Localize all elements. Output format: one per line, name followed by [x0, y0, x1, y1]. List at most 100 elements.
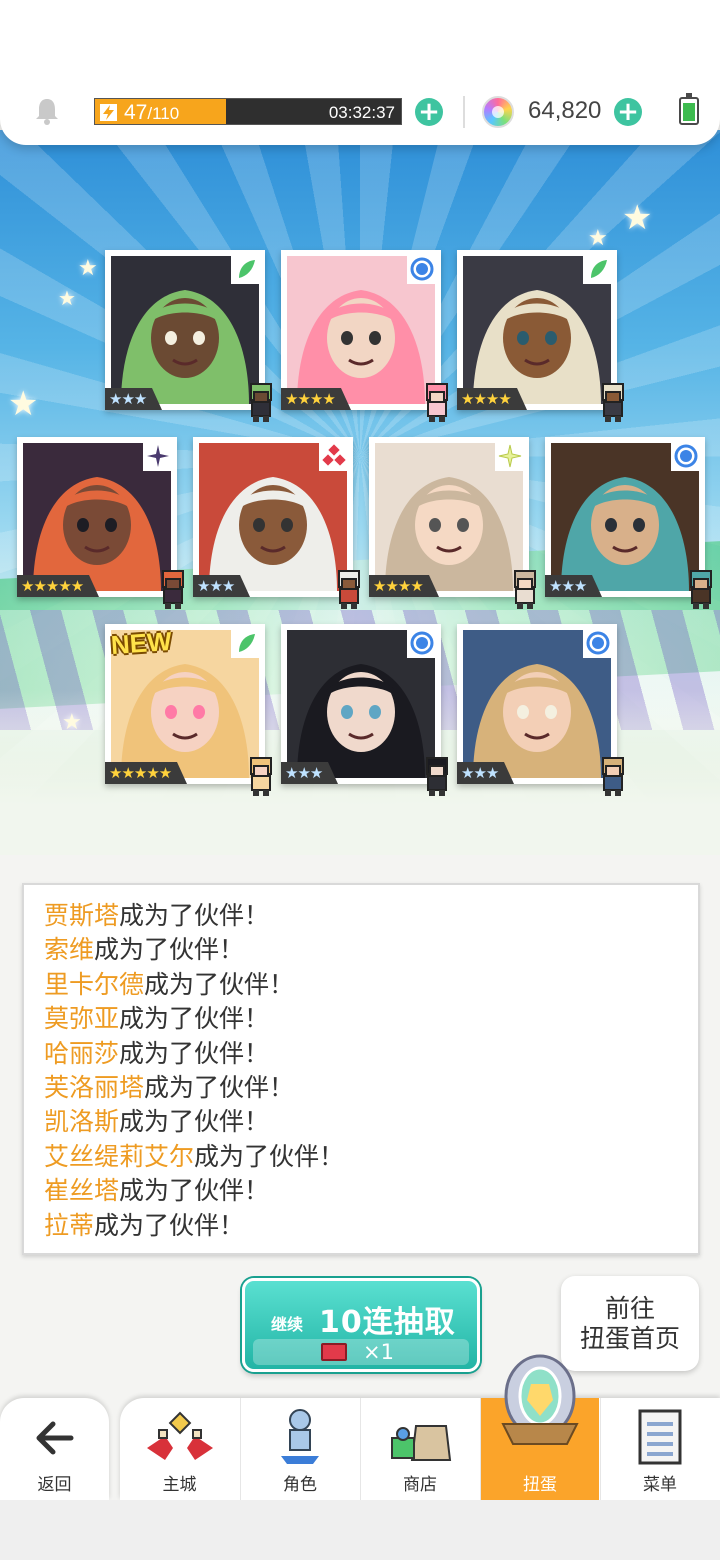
character-name: 凯洛斯 — [44, 1107, 120, 1137]
character-card[interactable]: ★★★ — [281, 624, 448, 796]
light-element-icon — [495, 441, 525, 471]
new-badge: NEW — [109, 625, 173, 661]
chibi-sprite-icon — [338, 570, 360, 609]
character-card[interactable]: ★★★★★ NEW — [105, 624, 272, 796]
water-element-icon — [671, 441, 701, 471]
star-icon: ★ — [62, 710, 82, 735]
gem-count: 64,820 — [528, 97, 602, 124]
stamina-current: 47 — [124, 101, 148, 124]
gacha-crystal-icon — [501, 1354, 579, 1445]
character-name: 拉蒂 — [44, 1210, 95, 1240]
arrow-left-icon — [36, 1421, 73, 1455]
chibi-sprite-icon — [426, 757, 448, 796]
log-line: 哈丽莎成为了伙伴！ — [44, 1037, 678, 1071]
log-suffix: 成为了伙伴！ — [144, 1073, 295, 1103]
continue-label: 继续 — [271, 1315, 304, 1334]
character-name: 艾丝缇莉艾尔 — [44, 1141, 195, 1171]
character-name: 莫弥亚 — [44, 1004, 120, 1034]
menu-list-icon — [638, 1409, 682, 1465]
log-suffix: 成为了伙伴！ — [94, 935, 245, 965]
back-button[interactable]: 返回 — [0, 1398, 109, 1500]
water-element-icon — [407, 628, 437, 658]
log-line: 凯洛斯成为了伙伴！ — [44, 1105, 678, 1139]
rarity-stars: ★★★ — [193, 575, 251, 597]
star-icon: ★ — [588, 226, 608, 251]
log-line: 莫弥亚成为了伙伴！ — [44, 1002, 678, 1036]
pull-cost-value: ×1 — [363, 1340, 394, 1364]
leaf-element-icon — [231, 628, 261, 658]
stamina-bar: 47/110 03:32:37 — [94, 98, 402, 125]
leaf-element-icon — [583, 254, 613, 284]
rarity-stars: ★★★ — [281, 762, 339, 784]
character-card[interactable]: ★★★★ — [369, 437, 536, 609]
bell-icon[interactable] — [32, 96, 62, 126]
stamina-timer: 03:32:37 — [328, 103, 395, 122]
chibi-sprite-icon — [602, 757, 624, 796]
status-header: 47/110 03:32:37 + 64,820 + — [0, 0, 720, 145]
log-suffix: 成为了伙伴！ — [119, 1176, 270, 1206]
chibi-sprite-icon — [426, 383, 448, 422]
water-element-icon — [407, 254, 437, 284]
chibi-sprite-icon — [514, 570, 536, 609]
nav-item-characters[interactable]: 角色 — [240, 1398, 359, 1500]
log-suffix: 成为了伙伴！ — [119, 901, 270, 930]
star-icon: ★ — [58, 286, 76, 310]
rarity-stars: ★★★ — [105, 388, 163, 410]
character-card[interactable]: ★★★ — [105, 250, 272, 422]
add-stamina-plus-icon[interactable]: + — [415, 98, 443, 126]
nav-label-gacha: 扭蛋 — [523, 1475, 557, 1495]
add-gems-plus-icon[interactable]: + — [614, 98, 642, 126]
nav-label-shop: 商店 — [403, 1475, 437, 1495]
star-icon: ★ — [8, 384, 39, 424]
goto-line1: 前往 — [604, 1294, 655, 1323]
rarity-stars: ★★★ — [545, 575, 603, 597]
character-name: 芙洛丽塔 — [44, 1073, 145, 1103]
log-line: 索维成为了伙伴！ — [44, 933, 678, 967]
character-name: 崔丝塔 — [44, 1176, 120, 1206]
recruit-log[interactable]: 贾斯塔成为了伙伴！ 索维成为了伙伴！ 里卡尔德成为了伙伴！ 莫弥亚成为了伙伴！ 哈丽莎成… — [22, 883, 700, 1255]
star-icon: ★ — [78, 256, 98, 281]
chibi-sprite-icon — [162, 570, 184, 609]
rarity-stars: ★★★ — [457, 762, 515, 784]
nav-item-shop[interactable]: 商店 — [360, 1398, 479, 1500]
back-label: 返回 — [37, 1475, 72, 1495]
character-card[interactable]: ★★★ — [193, 437, 360, 609]
log-line: 贾斯塔成为了伙伴！ — [44, 899, 678, 933]
nav-item-menu[interactable]: 菜单 — [600, 1398, 719, 1500]
goto-line2: 扭蛋首页 — [579, 1324, 680, 1353]
character-card[interactable]: ★★★★ — [281, 250, 448, 422]
pull-cost: ×1 — [253, 1339, 469, 1365]
log-suffix: 成为了伙伴！ — [119, 1004, 270, 1034]
pull-label: 10连抽取 — [319, 1305, 456, 1340]
rarity-stars: ★★★★ — [457, 388, 527, 410]
character-card[interactable]: ★★★ — [545, 437, 712, 609]
continue-10-pull-button[interactable]: 继续 10连抽取 ×1 — [242, 1278, 480, 1372]
nav-item-main-city[interactable]: 主城 — [120, 1398, 239, 1500]
dark-element-icon — [143, 441, 173, 471]
stamina-value: 47/110 — [124, 100, 179, 126]
nav-label-menu: 菜单 — [643, 1475, 677, 1495]
nav-item-gacha[interactable]: 扭蛋 — [480, 1354, 599, 1500]
log-line: 里卡尔德成为了伙伴！ — [44, 968, 678, 1002]
character-name: 哈丽莎 — [44, 1038, 120, 1068]
bottom-nav: 返回 主城 角色 商店 扭蛋 菜单 — [0, 1354, 720, 1560]
character-name: 贾斯塔 — [44, 901, 120, 930]
nav-label-characters: 角色 — [283, 1475, 317, 1495]
log-line: 拉蒂成为了伙伴！ — [44, 1209, 678, 1243]
character-card[interactable]: ★★★ — [457, 624, 624, 796]
system-bottom-area — [0, 1500, 720, 1560]
rarity-stars: ★★★★★ — [17, 575, 100, 597]
leaf-element-icon — [231, 254, 261, 284]
chibi-sprite-icon — [602, 383, 624, 422]
star-icon: ★ — [622, 198, 653, 238]
rarity-stars: ★★★★ — [281, 388, 351, 410]
character-card[interactable]: ★★★★ — [457, 250, 624, 422]
log-line: 艾丝缇莉艾尔成为了伙伴！ — [44, 1140, 678, 1174]
log-suffix: 成为了伙伴！ — [94, 1210, 245, 1240]
rarity-stars: ★★★★★ — [105, 762, 188, 784]
nav-bar: 主城 角色 商店 扭蛋 菜单 — [120, 1354, 720, 1500]
character-name: 索维 — [44, 935, 95, 965]
character-card[interactable]: ★★★★★ — [17, 437, 184, 609]
nav-label-main-city: 主城 — [162, 1475, 197, 1495]
battery-icon — [679, 93, 699, 125]
